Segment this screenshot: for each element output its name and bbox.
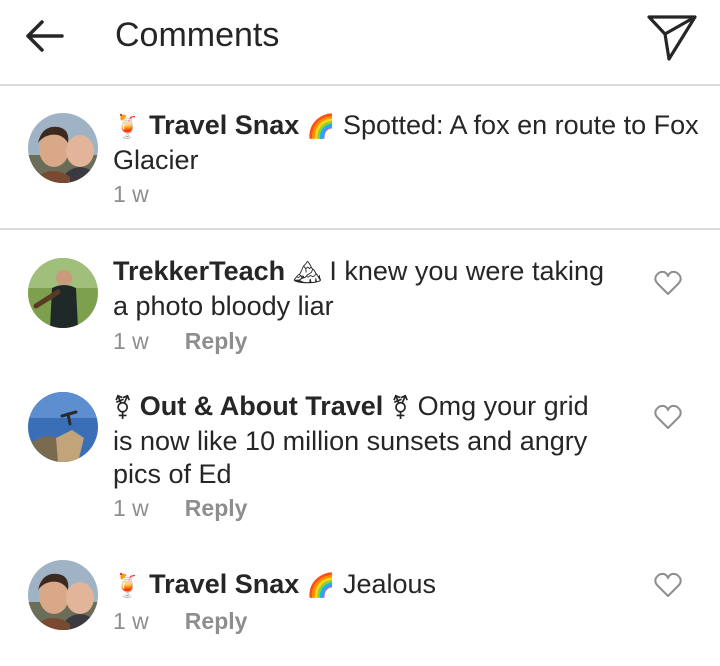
comment-body: Jealous [342,569,437,599]
post-caption: 🍹 Travel Snax 🌈 Spotted: A fox en route … [0,100,720,228]
comment-body: Omg your grid [417,391,589,421]
avatar[interactable] [28,258,98,328]
comment-text: 🍹 Travel Snax 🌈 Jealous [113,568,633,603]
avatar[interactable] [28,392,98,462]
reply-button[interactable]: Reply [185,608,248,634]
comment-item: 🍹 Travel Snax 🌈 Jealous 1 w Reply [0,560,720,660]
reply-button[interactable]: Reply [185,495,248,521]
caption-body: Spotted: A fox en route to Fox [342,110,699,140]
caption-username[interactable]: Travel Snax [149,110,299,140]
comment-body-line3: pics of Ed [113,459,232,489]
reply-button[interactable]: Reply [185,328,248,354]
timestamp: 1 w [113,181,149,207]
cocktail-emoji: 🍹 [113,114,142,140]
avatar[interactable] [28,560,98,630]
caption-meta: 1 w [113,180,149,208]
gender-symbol-emoji: ⚧ [113,395,133,421]
comment-meta: 1 w Reply [113,494,247,522]
avatar[interactable] [28,113,98,183]
comment-username[interactable]: TrekkerTeach [113,256,285,286]
comment-item: TrekkerTeach 🏔 I knew you were taking a … [0,255,720,358]
paper-plane-icon[interactable] [646,10,698,62]
heart-outline-icon[interactable] [654,404,682,430]
comment-text: TrekkerTeach 🏔 I knew you were taking a … [113,255,633,323]
cocktail-emoji: 🍹 [113,573,142,599]
caption-body-line2: Glacier [113,145,199,175]
timestamp: 1 w [113,608,149,634]
heart-outline-icon[interactable] [654,270,682,296]
caption-divider [0,228,720,230]
arrow-left-icon[interactable] [22,16,66,56]
heart-outline-icon[interactable] [654,572,682,598]
timestamp: 1 w [113,495,149,521]
caption-text: 🍹 Travel Snax 🌈 Spotted: A fox en route … [113,109,713,177]
comment-body-line2: a photo bloody liar [113,291,334,321]
comment-body-line2: is now like 10 million sunsets and angry [113,426,588,456]
comment-item: ⚧ Out & About Travel ⚧ Omg your grid is … [0,390,720,526]
header-divider [0,84,720,86]
comment-body: I knew you were taking [329,256,604,286]
comment-username[interactable]: Out & About Travel [140,391,384,421]
comment-meta: 1 w Reply [113,607,247,635]
comment-text: ⚧ Out & About Travel ⚧ Omg your grid is … [113,390,633,491]
comment-meta: 1 w Reply [113,327,247,355]
header-bar: Comments [0,0,720,84]
rainbow-emoji: 🌈 [306,114,336,140]
mountain-emoji: 🏔 [292,260,322,286]
gender-symbol-emoji: ⚧ [390,395,411,421]
page-title: Comments [115,16,280,54]
timestamp: 1 w [113,328,149,354]
comment-username[interactable]: Travel Snax [149,569,299,599]
rainbow-emoji: 🌈 [306,573,336,599]
